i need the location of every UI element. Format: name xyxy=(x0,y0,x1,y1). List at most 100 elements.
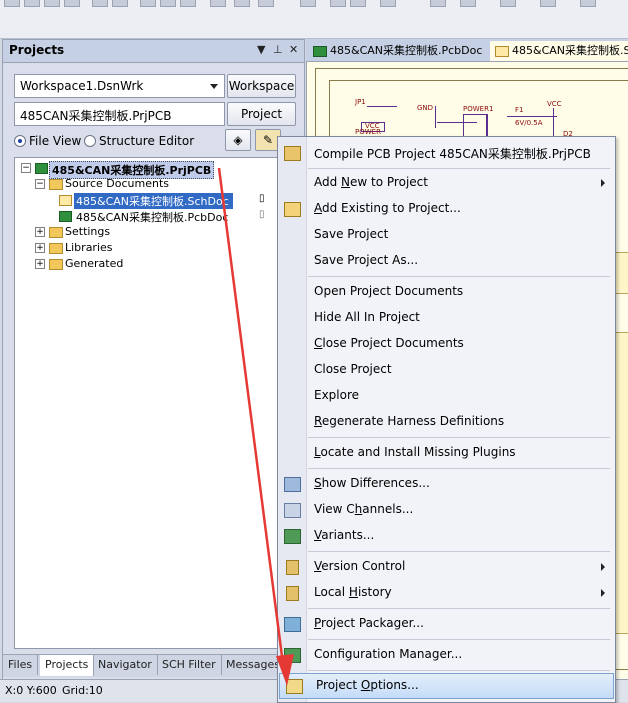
main-toolbar xyxy=(0,0,628,39)
expand-icon[interactable]: + xyxy=(35,243,45,253)
layers-icon: ◈ xyxy=(233,133,243,147)
pcb-doc-icon xyxy=(313,46,327,57)
menu-separator xyxy=(308,670,610,671)
differences-icon xyxy=(284,477,301,492)
tree-item-schdoc[interactable]: 485&CAN采集控制板.SchDoc ▯ xyxy=(15,193,278,209)
toolbar-icon[interactable] xyxy=(180,0,196,7)
chevron-down-icon xyxy=(210,84,218,89)
toolbar-icon[interactable] xyxy=(64,0,80,7)
menu-item-locate-install-missing-plugins[interactable]: Locate and Install Missing Plugins xyxy=(278,441,615,465)
menu-item-regenerate-harness-definitions[interactable]: Regenerate Harness Definitions xyxy=(278,410,615,434)
schematic-label: POWER1 xyxy=(463,105,494,113)
packager-icon xyxy=(284,617,301,632)
pin-icon[interactable]: ⊥ xyxy=(273,43,283,56)
tab-files[interactable]: Files xyxy=(3,655,39,675)
toolbar-icon[interactable] xyxy=(300,0,316,7)
projects-panel: Projects ▼ ⊥ ✕ Workspace1.DsnWrk Workspa… xyxy=(2,39,305,681)
toolbar-icon[interactable] xyxy=(580,0,596,7)
doc-tab-schdoc[interactable]: 485&CAN采集控制板.Sc xyxy=(490,41,628,61)
project-button[interactable]: Project xyxy=(227,102,296,126)
schematic-label: POWER xyxy=(355,128,381,136)
toolbar-icon[interactable] xyxy=(330,0,346,7)
pcb-project-icon xyxy=(35,163,48,174)
toolbar-icon[interactable] xyxy=(234,0,250,7)
menu-item-add-new-to-project[interactable]: Add New to Project xyxy=(278,171,615,195)
project-field[interactable]: 485CAN采集控制板.PrjPCB xyxy=(14,102,225,126)
toolbar-icon[interactable] xyxy=(112,0,128,7)
tab-navigator[interactable]: Navigator xyxy=(93,655,158,675)
folder-icon xyxy=(49,259,63,270)
toolbar-icon[interactable] xyxy=(92,0,108,7)
toolbar-icon[interactable] xyxy=(4,0,20,7)
menu-item-local-history[interactable]: Local History xyxy=(278,581,615,605)
menu-item-add-existing-to-project[interactable]: Add Existing to Project... xyxy=(278,197,615,221)
toolbar-icon[interactable] xyxy=(460,0,476,7)
schematic-label: F1 xyxy=(515,106,524,114)
menu-item-explore[interactable]: Explore xyxy=(278,384,615,408)
cursor-coordinates: X:0 Y:600 xyxy=(5,684,57,697)
panel-tabs: Files Projects Navigator SCH Filter Mess… xyxy=(3,654,304,677)
toolbar-icon[interactable] xyxy=(500,0,516,7)
menu-item-show-differences[interactable]: Show Differences... xyxy=(278,472,615,496)
project-tree[interactable]: − 485&CAN采集控制板.PrjPCB − Source Documents… xyxy=(14,157,279,649)
menu-item-hide-all-in-project[interactable]: Hide All In Project xyxy=(278,306,615,330)
workspace-combo[interactable]: Workspace1.DsnWrk xyxy=(14,74,225,98)
panel-menu-icon[interactable]: ▼ xyxy=(257,43,265,56)
toolbar-icon[interactable] xyxy=(258,0,274,7)
workspace-button[interactable]: Workspace xyxy=(227,74,296,98)
menu-item-variants[interactable]: Variants... xyxy=(278,524,615,548)
expand-icon[interactable]: + xyxy=(35,227,45,237)
project-options-icon xyxy=(286,679,303,694)
lock-icon xyxy=(286,560,299,575)
menu-item-view-channels[interactable]: View Channels... xyxy=(278,498,615,522)
collapse-icon[interactable]: − xyxy=(21,163,31,173)
menu-item-close-project[interactable]: Close Project xyxy=(278,358,615,382)
expand-icon[interactable]: + xyxy=(35,259,45,269)
toolbar-icon[interactable] xyxy=(140,0,156,7)
tree-item-pcbdoc[interactable]: 485&CAN采集控制板.PcbDoc ▯ xyxy=(15,209,278,224)
schematic-doc-icon xyxy=(59,195,72,206)
menu-separator xyxy=(308,276,610,277)
menu-item-save-project-as[interactable]: Save Project As... xyxy=(278,249,615,273)
lock-icon xyxy=(286,586,299,601)
toolbar-icon[interactable] xyxy=(540,0,556,7)
close-icon[interactable]: ✕ xyxy=(289,43,298,56)
menu-item-project-packager[interactable]: Project Packager... xyxy=(278,612,615,636)
toolbar-icon[interactable] xyxy=(160,0,176,7)
schematic-label: JP1 xyxy=(355,98,366,106)
channels-icon xyxy=(284,503,301,518)
project-options-icon-button[interactable]: ◈ xyxy=(225,129,251,151)
toolbar-icon[interactable] xyxy=(210,0,226,7)
menu-item-close-project-documents[interactable]: Close Project Documents xyxy=(278,332,615,356)
menu-item-open-project-documents[interactable]: Open Project Documents xyxy=(278,280,615,304)
toolbar-icon[interactable] xyxy=(380,0,396,7)
toolbar-icon[interactable] xyxy=(350,0,366,7)
add-folder-icon xyxy=(284,202,301,217)
menu-item-version-control[interactable]: Version Control xyxy=(278,555,615,579)
projects-panel-title: Projects xyxy=(9,43,65,57)
menu-item-configuration-manager[interactable]: Configuration Manager... xyxy=(278,643,615,667)
doc-tab-pcbdoc[interactable]: 485&CAN采集控制板.PcbDoc xyxy=(308,41,494,61)
tree-item-label: 485&CAN采集控制板.PcbDoc xyxy=(76,211,229,224)
document-icon: ▯ xyxy=(259,209,265,220)
menu-item-save-project[interactable]: Save Project xyxy=(278,223,615,247)
menu-item-project-options[interactable]: Project Options... xyxy=(279,673,614,699)
tab-projects[interactable]: Projects xyxy=(40,655,95,676)
grid-size: Grid:10 xyxy=(62,684,103,697)
toolbar-icon[interactable] xyxy=(430,0,446,7)
collapse-icon[interactable]: − xyxy=(35,179,45,189)
tree-item-label: 485&CAN采集控制板.SchDoc xyxy=(74,193,233,209)
menu-separator xyxy=(308,437,610,438)
folder-icon xyxy=(49,179,63,190)
tab-sch-filter[interactable]: SCH Filter xyxy=(157,655,222,675)
document-tabs: 485&CAN采集控制板.PcbDoc 485&CAN采集控制板.Sc xyxy=(306,39,628,62)
configuration-icon xyxy=(284,648,301,663)
toolbar-icon[interactable] xyxy=(44,0,60,7)
submenu-arrow-icon xyxy=(601,179,605,187)
structure-editor-label: Structure Editor xyxy=(99,134,195,148)
toolbar-icon[interactable] xyxy=(24,0,40,7)
menu-item-compile-pcb-project[interactable]: Compile PCB Project 485CAN采集控制板.PrjPCB xyxy=(278,141,615,165)
wire xyxy=(507,116,557,117)
document-edit-icon: ✎ xyxy=(262,133,274,147)
submenu-arrow-icon xyxy=(601,563,605,571)
